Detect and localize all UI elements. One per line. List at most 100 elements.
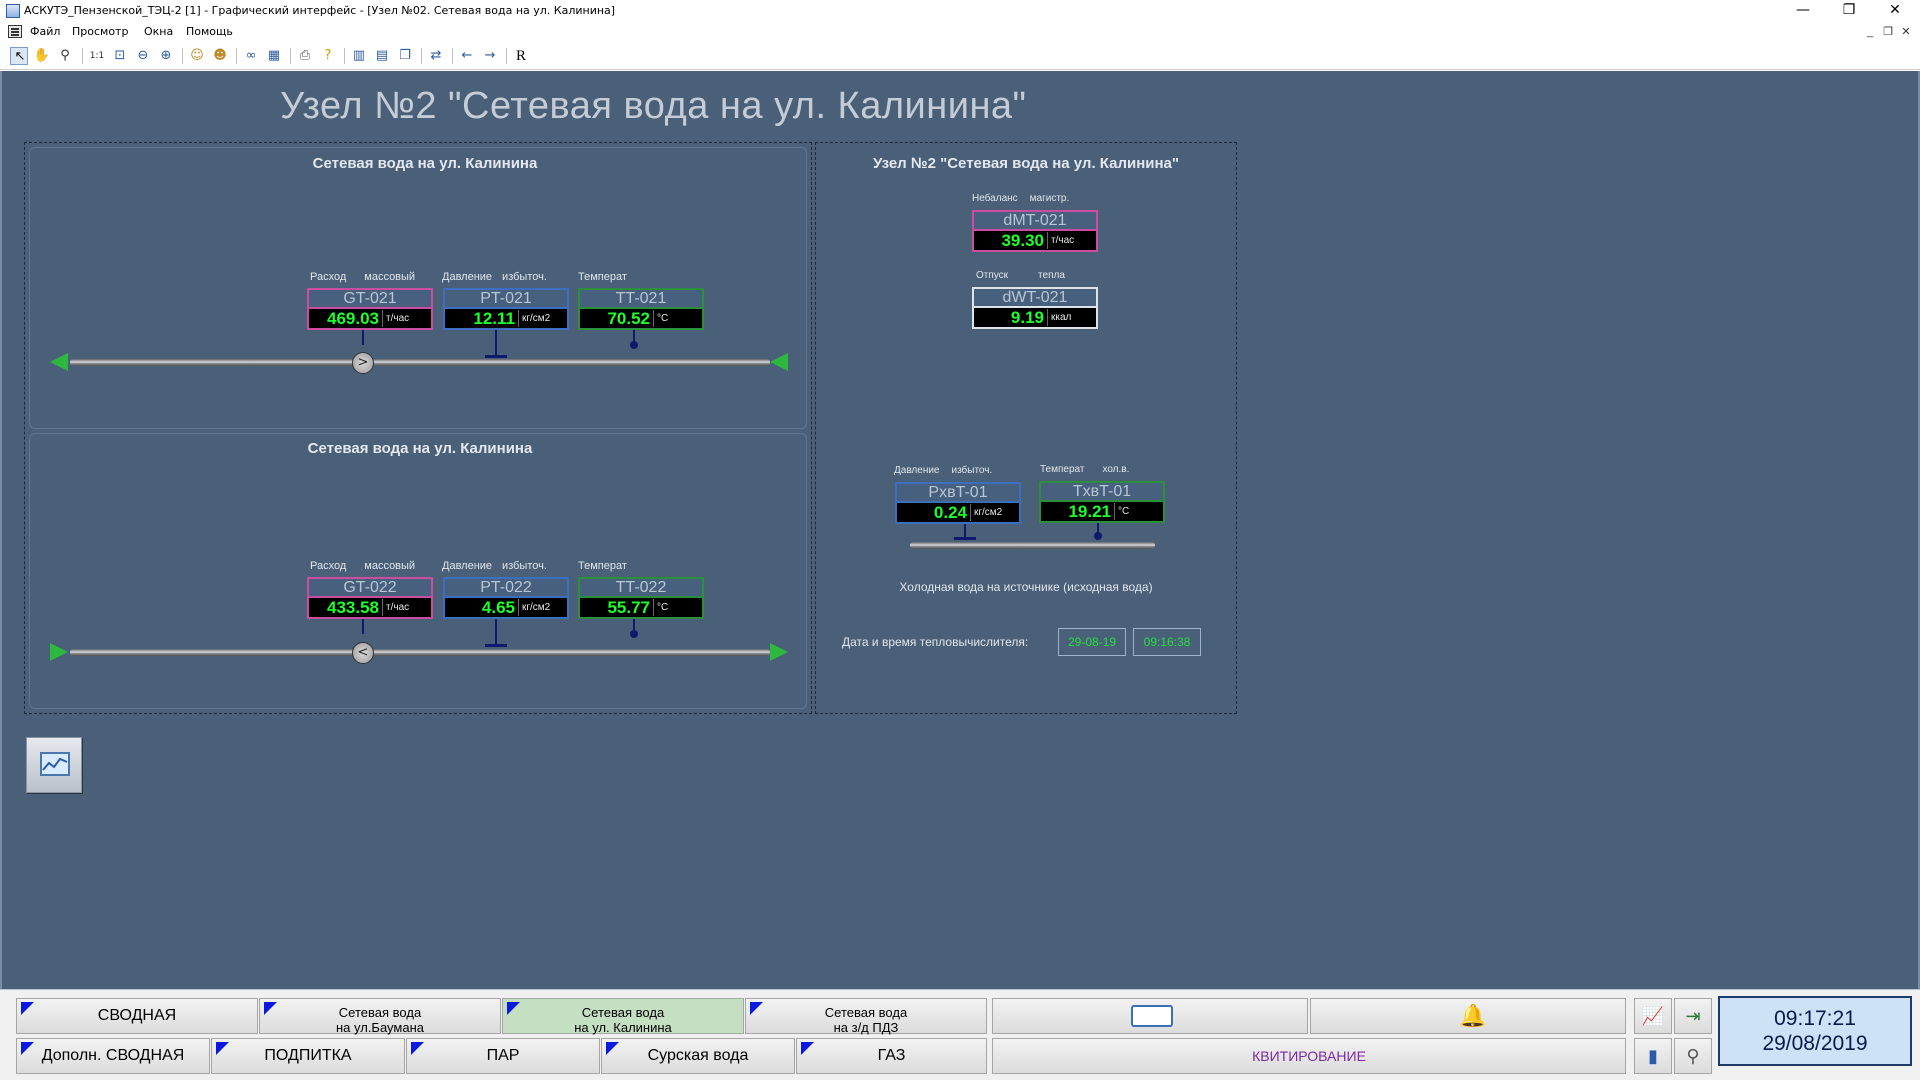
help-icon[interactable]: ? [319,47,337,65]
sensor-dwt-021[interactable]: dWT-021 9.19 ккал [972,287,1098,329]
restore-button[interactable]: ❐ [1826,0,1872,22]
document-icon[interactable] [8,25,22,38]
mdi-restore-button[interactable]: ❐ [1880,24,1896,40]
report-button[interactable]: ▮ [1634,1038,1672,1074]
nav-steam[interactable]: ПАР [406,1038,600,1074]
alarm-flag-icon [750,1002,763,1015]
zoom-out-icon[interactable]: ⊖ [134,47,152,65]
sensor-tag: dMT-021 [972,210,1098,231]
toolbar: ↖ ✋ ⚲ 1:1 ⊡ ⊖ ⊕ ☺ ☻ ∞ ▦ ⎙ ? ▥ ▤ ❐ ⇄ ← → … [0,42,1920,70]
refresh-icon[interactable]: ⇄ [427,47,445,65]
minimize-button[interactable]: — [1780,0,1826,22]
close-button[interactable]: ✕ [1872,0,1918,22]
sensor-value: 469.03 [327,309,379,328]
sensor-pt-022[interactable]: PT-022 4.65 кг/см2 [443,577,569,619]
lower-flow-label: Расход массовый [310,560,416,572]
binoculars-icon[interactable]: ∞ [242,47,260,65]
flow-direction-right-icon [770,643,788,661]
users-icon[interactable]: ☻ [211,47,229,65]
calendar-icon[interactable]: ▦ [265,47,283,65]
sensor-thvt-01[interactable]: TхвT-01 19.21 °C [1039,481,1165,523]
pump-left-icon[interactable]: < [352,642,374,664]
sensor-tag: TT-022 [578,577,704,598]
windows-icon[interactable]: ❐ [396,47,414,65]
nav-sura-water[interactable]: Сурская вода [601,1038,795,1074]
nav-extra-summary[interactable]: Дополн. СВОДНАЯ [16,1038,210,1074]
sensor-value: 433.58 [327,598,379,617]
bell-icon: 🔔 [1459,1003,1487,1028]
mdi-minimize-button[interactable]: _ [1862,24,1878,40]
back-arrow-icon[interactable]: ← [458,47,476,65]
pressure-stem [495,330,497,356]
sensor-tag: dWT-021 [972,287,1098,308]
nav-makeup[interactable]: ПОДПИТКА [211,1038,405,1074]
datetime-label: Дата и время тепловычислителя: [842,635,1029,649]
hand-pan-icon[interactable]: ✋ [33,47,51,65]
acknowledge-button[interactable]: КВИТИРОВАНИЕ [992,1038,1626,1074]
page-title: Узел №2 "Сетевая вода на ул. Калинина" [280,85,1027,127]
sensor-unit: °C [1114,503,1163,520]
menu-windows[interactable]: Окна [144,25,173,38]
nav-gas[interactable]: ГАЗ [796,1038,987,1074]
sensor-value: 70.52 [607,309,650,328]
pump-right-icon[interactable]: > [352,352,374,374]
sensor-value: 39.30 [1001,231,1044,250]
menu-help[interactable]: Помощь [186,25,233,38]
sensor-dmt-021[interactable]: dMT-021 39.30 т/час [972,210,1098,252]
r-icon[interactable]: R [512,47,530,65]
zoom-icon[interactable]: ⚲ [56,47,74,65]
sensor-unit: кг/см2 [518,310,567,327]
sensor-unit: °C [653,310,702,327]
cold-water-caption: Холодная вода на источнике (исходная вод… [899,580,1153,594]
nav-kalinina[interactable]: Сетевая вода на ул. Калинина [502,998,744,1035]
sensor-tag: PT-022 [443,577,569,598]
nav-baumana[interactable]: Сетевая вода на ул.Баумана [259,998,501,1035]
forward-arrow-icon[interactable]: → [481,47,499,65]
lower-pipe [70,649,770,656]
trend-chart-button[interactable] [26,737,82,793]
lower-pressure-label: Давление избыточ. [442,560,547,572]
bottom-navigation: СВОДНАЯ Сетевая вода на ул.Баумана Сетева… [0,989,1920,1080]
menu-file[interactable]: Файл [30,25,60,38]
heat-label: Отпуск тепла [976,270,1065,281]
zoom-in-icon[interactable]: ⊕ [157,47,175,65]
alarm-flag-icon [801,1042,814,1055]
magnifier-icon: ⚲ [1686,1046,1700,1066]
scale-1-1-icon[interactable]: 1:1 [88,47,106,65]
temp-probe [630,341,638,349]
sensor-gt-022[interactable]: GT-022 433.58 т/час [307,577,433,619]
pressure-tap [954,537,976,540]
alarm-flag-icon [21,1002,34,1015]
title-bar: АСКУТЭ_Пензенской_ТЭЦ-2 [1] - Графически… [0,0,1920,22]
journal-button[interactable] [992,998,1308,1034]
trends-button[interactable]: 📈 [1634,998,1672,1034]
panel-left-icon[interactable]: ▥ [350,47,368,65]
sensor-tag: GT-021 [307,288,433,309]
clock-time: 09:17:21 [1774,1007,1856,1030]
alarm-bell-button[interactable]: 🔔 [1310,998,1626,1034]
nav-pdz[interactable]: Сетевая вода на з/д ПДЗ [745,998,987,1035]
menu-view[interactable]: Просмотр [72,25,128,38]
sensor-tt-021[interactable]: TT-021 70.52 °C [578,288,704,330]
alarm-flag-icon [264,1002,277,1015]
sensor-unit: кг/см2 [970,504,1019,521]
mdi-close-button[interactable]: ✕ [1898,24,1914,40]
sensor-unit: °C [653,599,702,616]
select-arrow-icon[interactable]: ↖ [10,47,28,65]
panel-split-icon[interactable]: ▤ [373,47,391,65]
zoom-fit-icon[interactable]: ⊡ [111,47,129,65]
nav-summary[interactable]: СВОДНАЯ [16,998,258,1034]
sensor-gt-021[interactable]: GT-021 469.03 т/час [307,288,433,330]
sensor-phvt-01[interactable]: PхвT-01 0.24 кг/см2 [895,482,1021,524]
sensor-unit: ккал [1047,309,1096,326]
lower-temp-label: Температ [578,560,627,572]
exit-button[interactable]: ⇥ [1674,998,1712,1034]
user-icon[interactable]: ☺ [188,47,206,65]
trend-chart-icon: 📈 [1641,1006,1665,1026]
sensor-tt-022[interactable]: TT-022 55.77 °C [578,577,704,619]
print-icon[interactable]: ⎙ [296,47,314,65]
pressure-tap [485,644,507,647]
preview-button[interactable]: ⚲ [1674,1038,1712,1074]
sensor-pt-021[interactable]: PT-021 12.11 кг/см2 [443,288,569,330]
upper-heading: Сетевая вода на ул. Калинина [312,155,538,172]
